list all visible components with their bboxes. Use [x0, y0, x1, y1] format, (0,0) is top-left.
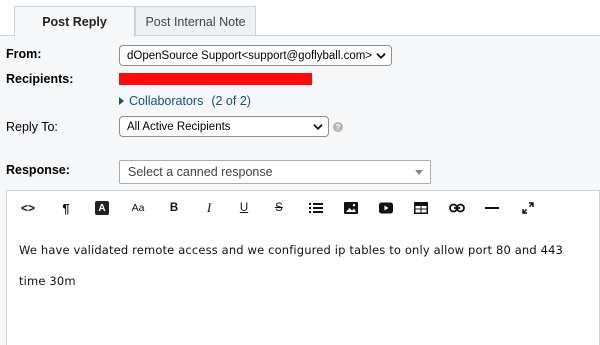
insert-link-button[interactable]: [446, 199, 468, 217]
bold-button[interactable]: B: [163, 199, 185, 217]
collaborators-count: (2 of 2): [211, 94, 251, 108]
horizontal-rule-button[interactable]: [481, 199, 503, 217]
insert-table-button[interactable]: [410, 199, 432, 217]
expand-icon: [522, 202, 534, 214]
font-size-button[interactable]: Aa: [127, 199, 149, 217]
fullscreen-button[interactable]: [517, 199, 539, 217]
insert-image-button[interactable]: [340, 199, 362, 217]
list-button[interactable]: [305, 199, 327, 217]
list-icon: [309, 203, 323, 213]
image-icon: [344, 202, 358, 214]
editor-content[interactable]: We have validated remote access and we c…: [19, 243, 589, 288]
from-select[interactable]: dOpenSource Support<support@goflyball.co…: [119, 45, 392, 66]
reply-panel: From: dOpenSource Support<support@goflyb…: [0, 35, 600, 345]
horizontal-rule-icon: [485, 207, 499, 209]
paragraph-format-button[interactable]: ¶: [55, 199, 77, 217]
canned-response-placeholder: Select a canned response: [128, 165, 273, 179]
reply-to-value: All Active Recipients: [127, 120, 231, 133]
table-icon: [414, 202, 428, 214]
chevron-down-icon: [376, 53, 386, 59]
collaborators-link[interactable]: Collaborators: [129, 94, 203, 108]
reply-tabs: Post Reply Post Internal Note: [0, 0, 600, 37]
recipients-label: Recipients:: [6, 72, 74, 86]
text-color-button[interactable]: A: [91, 199, 113, 217]
help-icon[interactable]: ?: [333, 122, 343, 132]
tab-post-internal-note[interactable]: Post Internal Note: [135, 6, 256, 36]
dropdown-arrow-icon: [415, 170, 423, 175]
rich-text-editor: <> ¶ A Aa B I U S We have validated remo…: [6, 190, 600, 345]
text-color-icon: A: [95, 201, 109, 215]
recipients-redacted: [119, 73, 312, 85]
code-view-button[interactable]: <>: [17, 199, 39, 217]
underline-button[interactable]: U: [233, 199, 255, 217]
italic-button[interactable]: I: [198, 199, 220, 217]
canned-response-select[interactable]: Select a canned response: [119, 160, 431, 184]
link-icon: [449, 203, 465, 213]
from-label: From:: [6, 47, 42, 61]
video-icon: [379, 202, 393, 214]
collaborators-toggle[interactable]: Collaborators (2 of 2): [119, 94, 251, 108]
from-select-value: dOpenSource Support<support@goflyball.co…: [127, 49, 373, 62]
strikethrough-button[interactable]: S: [268, 199, 290, 217]
reply-to-label: Reply To:: [6, 120, 58, 134]
chevron-down-icon: [313, 124, 323, 130]
tab-post-reply[interactable]: Post Reply: [14, 6, 135, 37]
caret-right-icon: [119, 97, 124, 105]
insert-video-button[interactable]: [375, 199, 397, 217]
editor-toolbar: <> ¶ A Aa B I U S: [7, 191, 599, 225]
editor-paragraph: We have validated remote access and we c…: [19, 243, 564, 257]
response-label: Response:: [6, 163, 70, 177]
editor-paragraph: time 30m: [19, 274, 76, 288]
reply-to-select[interactable]: All Active Recipients: [119, 116, 329, 137]
